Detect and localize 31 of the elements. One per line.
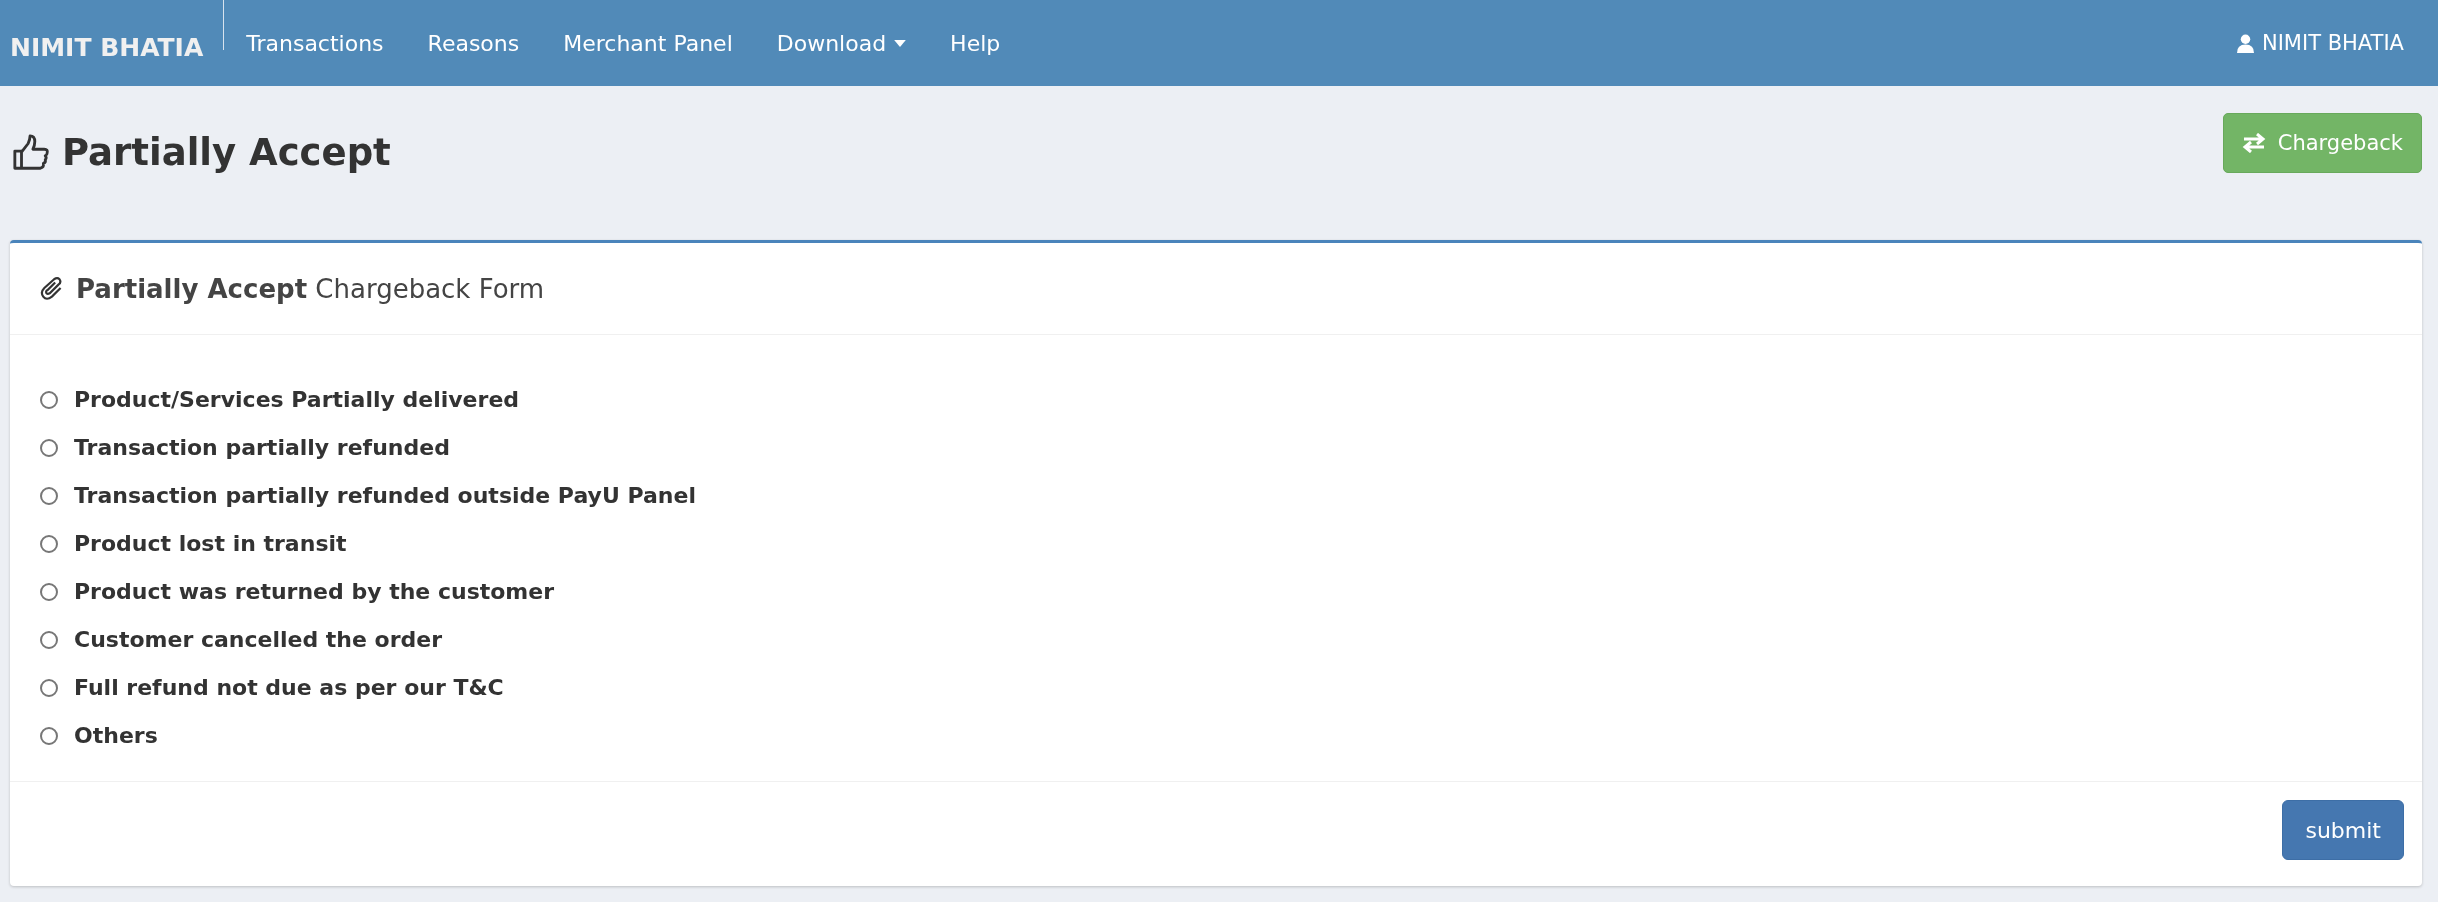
radio-button[interactable] bbox=[40, 727, 58, 745]
nav-link[interactable]: Transactions bbox=[246, 30, 384, 56]
option-label[interactable]: Product lost in transit bbox=[74, 531, 347, 557]
submit-button[interactable]: submit bbox=[2282, 800, 2404, 860]
radio-button[interactable] bbox=[40, 487, 58, 505]
option-label[interactable]: Full refund not due as per our T&C bbox=[74, 675, 504, 701]
option-label[interactable]: Others bbox=[74, 723, 158, 749]
brand-name[interactable]: NIMIT BHATIA bbox=[10, 32, 204, 62]
nav-link[interactable]: Merchant Panel bbox=[563, 30, 733, 56]
user-menu-link[interactable]: NIMIT BHATIA bbox=[2236, 31, 2404, 55]
option-label[interactable]: Transaction partially refunded bbox=[74, 435, 450, 461]
radio-button[interactable] bbox=[40, 391, 58, 409]
nav-link[interactable]: Download bbox=[776, 30, 907, 56]
thumbs-up-icon bbox=[12, 133, 50, 172]
radio-button[interactable] bbox=[40, 583, 58, 601]
radio-button[interactable] bbox=[40, 679, 58, 697]
option-label[interactable]: Customer cancelled the order bbox=[74, 627, 443, 653]
panel-heading: Partially Accept Chargeback Form bbox=[76, 273, 545, 304]
nav-link[interactable]: Reasons bbox=[427, 30, 520, 56]
caret-icon bbox=[894, 39, 907, 47]
nav-link[interactable]: Help bbox=[950, 30, 1001, 56]
radio-button[interactable] bbox=[40, 439, 58, 457]
radio-button[interactable] bbox=[40, 631, 58, 649]
option-label[interactable]: Product was returned by the customer bbox=[74, 579, 555, 605]
user-icon bbox=[2236, 33, 2254, 53]
exchange-arrows-icon bbox=[2241, 133, 2266, 153]
option-label[interactable]: Transaction partially refunded outside PayU Panel bbox=[74, 483, 696, 509]
page-title: Partially Accept bbox=[62, 131, 391, 174]
chargeback-button[interactable]: Chargeback bbox=[2222, 113, 2422, 173]
radio-button[interactable] bbox=[40, 535, 58, 553]
option-label[interactable]: Product/Services Partially delivered bbox=[74, 387, 520, 413]
